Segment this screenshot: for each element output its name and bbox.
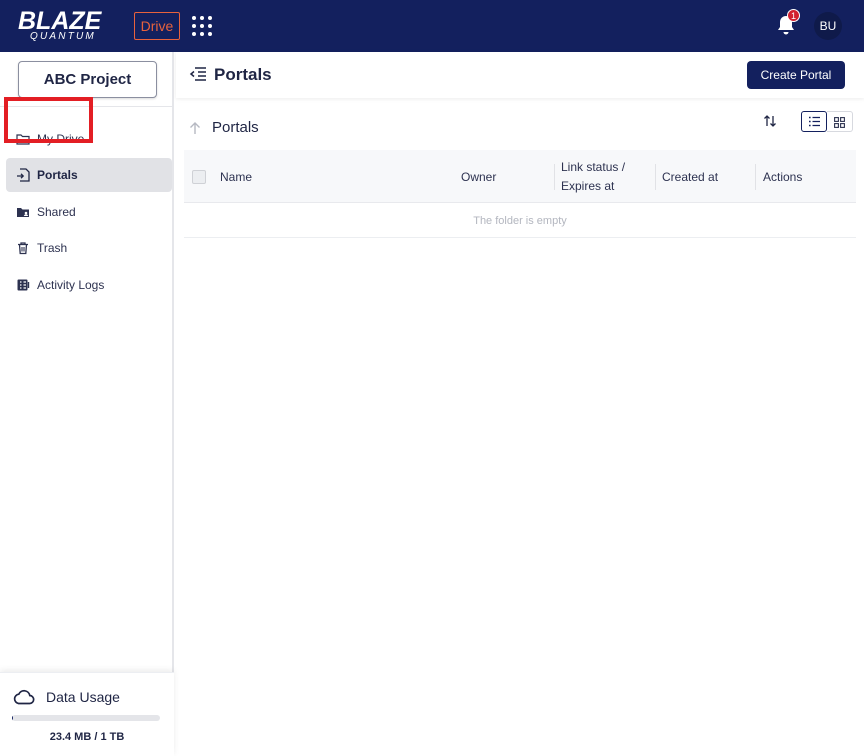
column-header-owner[interactable]: Owner [461,150,551,203]
column-header-link-status[interactable]: Link status / Expires at [561,150,653,203]
sidebar-item-label: Trash [37,241,68,255]
data-usage-amount: 23.4 MB / 1 TB [49,731,125,743]
trash-icon [18,242,28,255]
column-header-name[interactable]: Name [220,150,450,203]
main-header: Portals Create Portal [176,52,864,98]
sidebar-item-label: Shared [37,205,76,219]
column-header-created-at[interactable]: Created at [662,150,752,203]
data-usage-panel: Data Usage 23.4 MB / 1 TB [0,672,174,756]
portals-highlight-box [4,97,93,143]
shared-folder-icon [17,208,29,217]
notification-count-badge: 1 [787,9,800,22]
grid-view-button[interactable] [827,111,853,132]
breadcrumb-title: Portals [212,119,259,136]
sidebar-item-shared[interactable]: Shared [6,195,172,229]
list-view-button[interactable] [801,111,827,132]
logo-sub-text: QUANTUM [30,31,96,42]
column-separator [554,164,555,190]
column-header-actions: Actions [763,169,803,184]
data-usage-progress-bar [12,715,160,721]
sidebar-item-label: Activity Logs [37,278,105,292]
empty-folder-message: The folder is empty [184,204,856,238]
activity-log-icon [17,279,30,291]
sort-icon[interactable] [763,114,777,128]
list-view-icon [809,116,820,127]
sidebar: ABC Project My Drive Portals Shared Tras… [0,52,174,756]
table-header: Name Owner Link status / Expires at Crea… [184,150,856,203]
collapse-menu-icon[interactable] [189,66,207,82]
create-portal-button[interactable]: Create Portal [747,61,845,89]
sidebar-item-label: Portals [37,168,78,182]
data-usage-title: Data Usage [46,689,120,705]
user-avatar[interactable]: BU [814,12,842,40]
sidebar-item-activity-logs[interactable]: Activity Logs [6,268,172,302]
app-launcher-icon[interactable] [191,15,213,37]
top-navigation-bar: BLAZE QUANTUM Drive 1 BU [0,0,864,52]
column-separator [655,164,656,190]
project-selector-button[interactable]: ABC Project [18,61,157,98]
select-all-checkbox[interactable] [192,170,206,184]
view-toggle [801,111,853,132]
column-separator [755,164,756,190]
blaze-quantum-logo[interactable]: BLAZE QUANTUM [16,7,120,45]
cloud-icon [13,689,35,705]
sidebar-item-trash[interactable]: Trash [6,231,172,265]
drive-app-badge[interactable]: Drive [134,12,180,40]
grid-view-icon [834,117,845,128]
arrow-up-icon[interactable] [189,121,201,135]
portal-icon [17,168,30,182]
sidebar-item-portals[interactable]: Portals [6,158,172,192]
page-title: Portals [214,65,272,84]
